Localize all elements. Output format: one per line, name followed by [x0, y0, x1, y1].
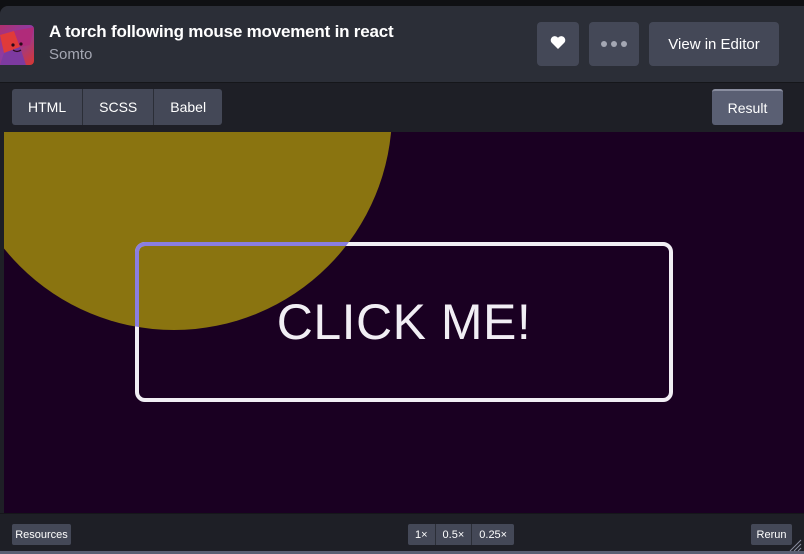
resize-grip-icon[interactable]	[788, 538, 802, 552]
zoom-controls: 1× 0.5× 0.25×	[408, 524, 515, 545]
author-avatar[interactable]	[0, 25, 34, 65]
code-tabs: HTML SCSS Babel	[12, 89, 223, 125]
more-dots-icon	[601, 41, 627, 47]
view-in-editor-button[interactable]: View in Editor	[649, 22, 779, 66]
tab-result[interactable]: Result	[712, 89, 783, 125]
more-options-button[interactable]	[589, 22, 639, 66]
editor-tabs-bar: HTML SCSS Babel Result	[0, 83, 804, 131]
tab-html[interactable]: HTML	[12, 89, 84, 125]
pen-author[interactable]: Somto	[49, 46, 92, 63]
rerun-button[interactable]: Rerun	[751, 524, 792, 545]
zoom-1x-button[interactable]: 1×	[408, 524, 436, 545]
tab-scss[interactable]: SCSS	[83, 89, 155, 125]
zoom-0-5x-button[interactable]: 0.5×	[435, 524, 473, 545]
preview-footer: Resources 1× 0.5× 0.25× Rerun	[0, 513, 804, 554]
pen-title[interactable]: A torch following mouse movement in reac…	[49, 22, 394, 42]
tab-babel[interactable]: Babel	[154, 89, 223, 125]
pen-embed-frame: A torch following mouse movement in reac…	[0, 6, 804, 554]
pen-header: A torch following mouse movement in reac…	[0, 6, 804, 83]
resources-button[interactable]: Resources	[12, 524, 71, 545]
result-preview[interactable]: CLICK ME!	[4, 132, 804, 513]
like-button[interactable]	[537, 22, 579, 66]
heart-icon	[550, 35, 566, 54]
click-me-button[interactable]: CLICK ME!	[136, 243, 672, 401]
zoom-0-25x-button[interactable]: 0.25×	[472, 524, 515, 545]
